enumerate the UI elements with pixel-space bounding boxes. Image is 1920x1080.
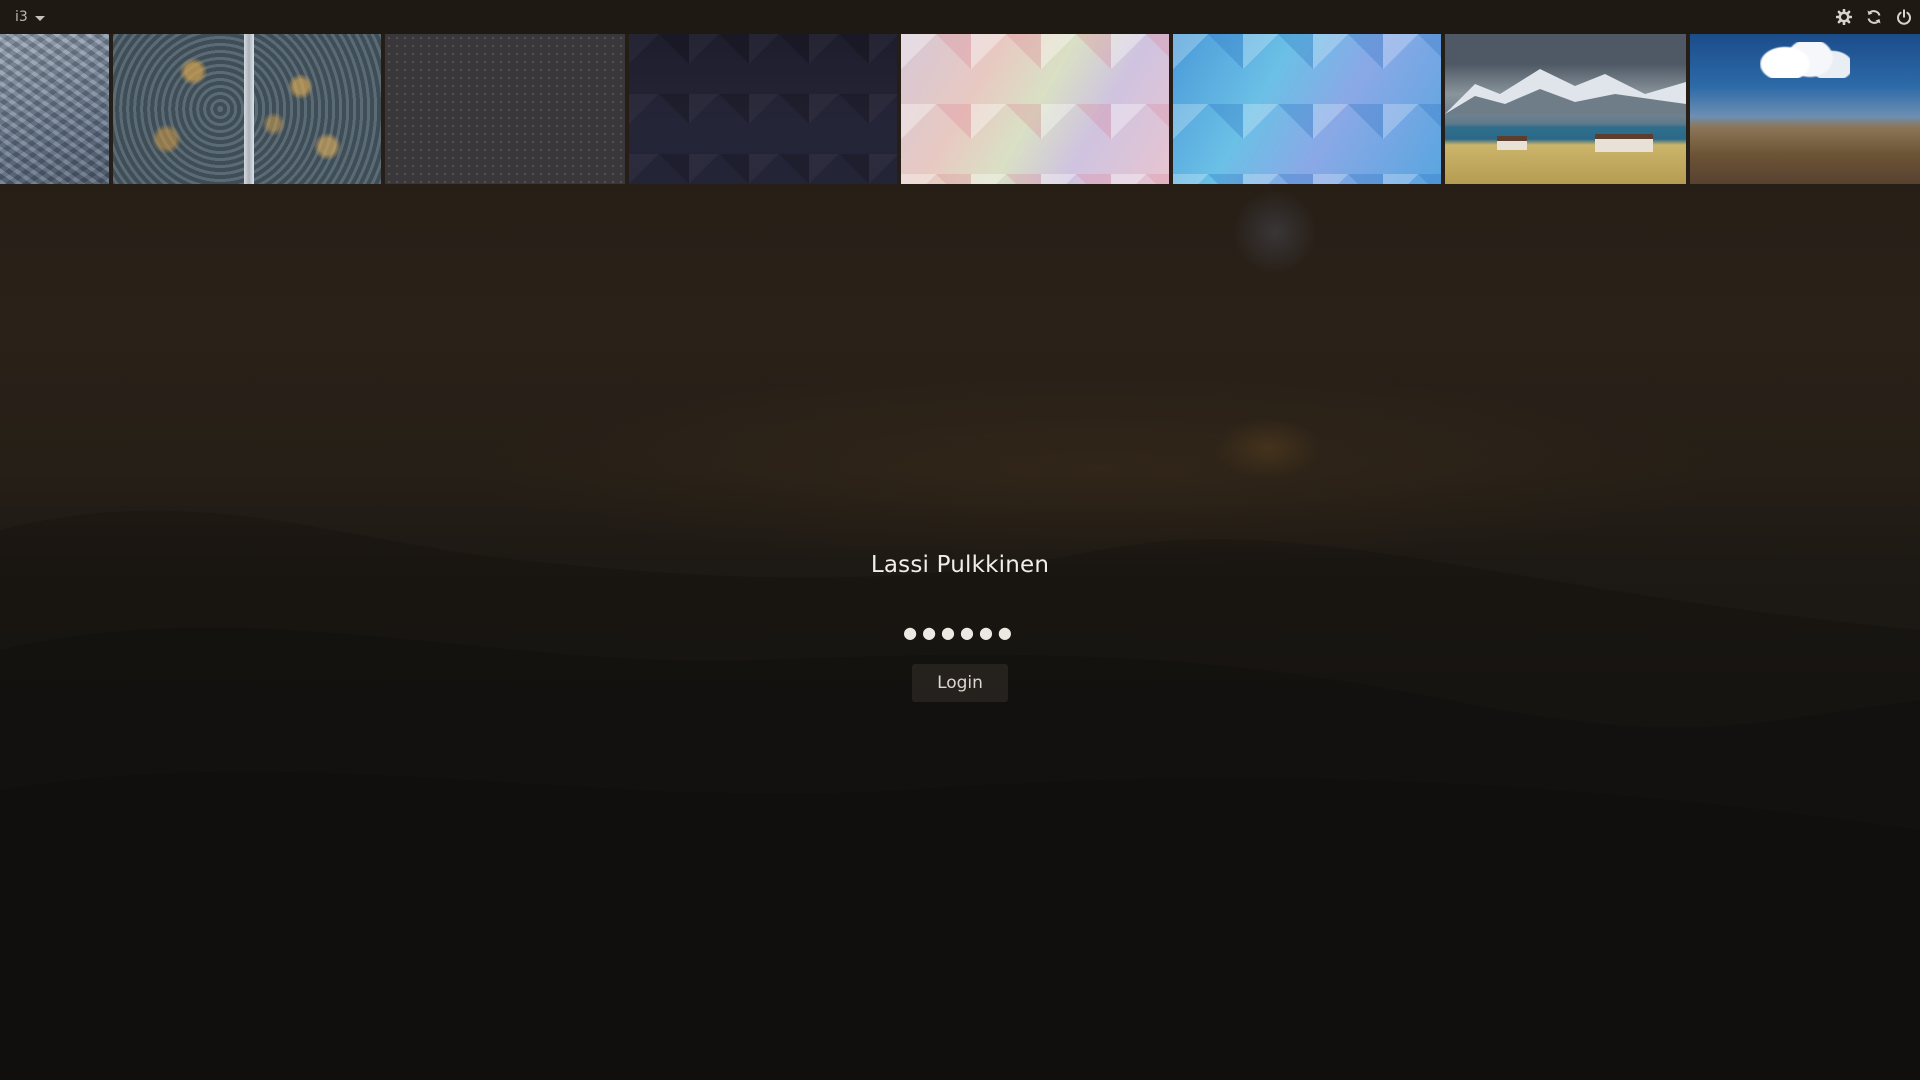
login-button[interactable]: Login [912, 664, 1008, 702]
wallpaper-thumbnail-knit[interactable] [0, 34, 109, 184]
gear-icon[interactable] [1836, 9, 1852, 25]
system-actions [1836, 9, 1920, 25]
house-graphic [1497, 136, 1527, 150]
power-icon[interactable] [1896, 9, 1912, 25]
refresh-icon[interactable] [1866, 9, 1882, 25]
wallpaper-thumbnail-dark-triangles[interactable] [629, 34, 897, 184]
wallpaper-thumbnail-forest-road[interactable] [113, 34, 381, 184]
username-label: Lassi Pulkkinen [870, 552, 1050, 578]
wallpaper-thumbnail-desert-sky[interactable] [1690, 34, 1920, 184]
session-selector[interactable]: i3 [15, 9, 45, 25]
road-graphic [244, 34, 254, 184]
password-field[interactable] [810, 618, 1110, 646]
chevron-down-icon [34, 15, 45, 21]
top-bar: i3 [0, 0, 1920, 34]
house-graphic [1595, 134, 1653, 152]
wallpaper-thumbnail-dotted[interactable] [385, 34, 625, 184]
login-form: Lassi Pulkkinen Login [0, 548, 1920, 702]
wallpaper-thumbnail-pastel-triangles[interactable] [901, 34, 1169, 184]
wallpaper-thumbnail-blue-triangles[interactable] [1173, 34, 1441, 184]
cloud-graphic [1760, 42, 1850, 78]
wallpaper-thumbnail-mountain-lake[interactable] [1445, 34, 1686, 184]
wallpaper-strip [0, 34, 1920, 184]
mountain-graphic [1445, 69, 1686, 114]
session-label: i3 [15, 9, 28, 25]
